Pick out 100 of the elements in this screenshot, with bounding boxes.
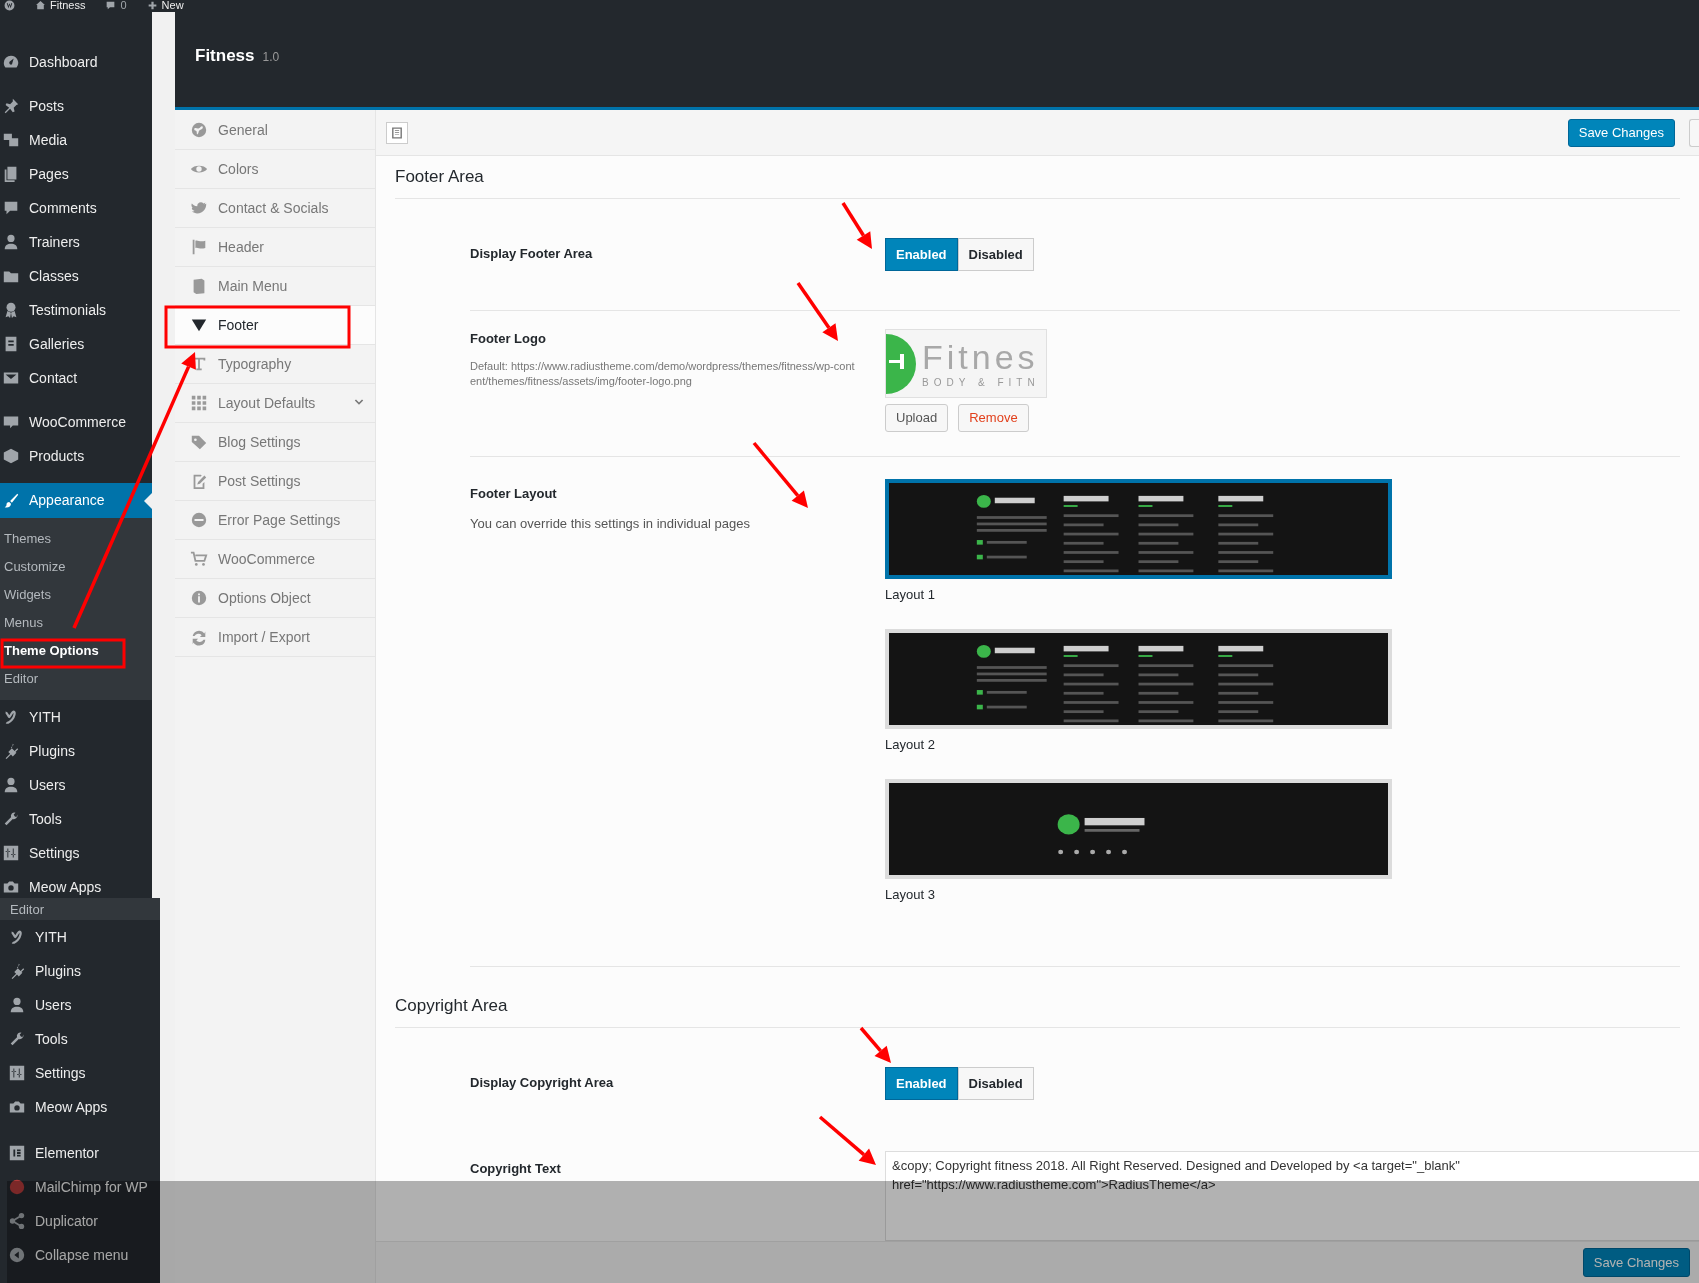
comment-count[interactable]: 0	[120, 0, 127, 11]
sliders-icon	[2, 844, 20, 862]
copyright-text-field[interactable]: &copy; Copyright fitness 2018. All Right Reserved. Designed and Developed by <a target="_blank" href="https://www.radiustheme.com">RadiusTheme</a>	[885, 1151, 1699, 1241]
sidebar-item[interactable]: Elementor	[0, 1136, 160, 1170]
sidebar-item[interactable]: Comments	[0, 191, 152, 225]
save-button[interactable]: Save Changes	[1582, 1248, 1690, 1277]
wrench-icon	[8, 1030, 26, 1048]
sidebar-item[interactable]: YITH	[0, 920, 160, 954]
layout-label: Layout 3	[885, 886, 936, 904]
sidebar-item[interactable]: Appearance	[0, 483, 152, 518]
flag-icon	[190, 238, 208, 256]
sidebar-item[interactable]: Galleries	[0, 327, 152, 361]
nav-tab[interactable]: Import / Export	[175, 618, 375, 657]
sidebar-item[interactable]: Plugins	[0, 734, 152, 768]
section-title: Footer Area	[395, 156, 1680, 199]
sidebar-item[interactable]: Trainers	[0, 225, 152, 259]
sidebar-item[interactable]: Settings	[0, 836, 152, 870]
wordpress-logo-icon	[4, 0, 15, 11]
toggle-option[interactable]: Enabled	[885, 238, 958, 271]
logo-wordmark: Fitnes	[922, 339, 1040, 374]
annotation-arrow	[752, 441, 808, 508]
submenu-item[interactable]: Themes	[0, 525, 152, 553]
sidebar-item[interactable]: Users	[0, 768, 152, 802]
info-icon	[190, 589, 208, 607]
nav-tab[interactable]: Post Settings	[175, 462, 375, 501]
submenu-item[interactable]: Editor	[10, 902, 44, 916]
sidebar-item[interactable]: MailChimp for WP	[0, 1170, 160, 1204]
nav-tab[interactable]: Error Page Settings	[175, 501, 375, 540]
annotation-arrow	[818, 1115, 876, 1165]
user-icon	[2, 233, 20, 251]
panel-icon	[390, 125, 404, 140]
nav-tab[interactable]: WooCommerce	[175, 540, 375, 579]
annotation-arrow	[796, 282, 838, 341]
sidebar-item[interactable]: Tools	[0, 802, 152, 836]
sliders-icon	[8, 1064, 26, 1082]
field-label: Display Footer Area	[470, 245, 594, 263]
submenu-item[interactable]: Theme Options	[0, 637, 152, 665]
sidebar-item[interactable]: Duplicator	[0, 1204, 160, 1238]
sidebar-item[interactable]: WooCommerce	[0, 405, 152, 439]
plus-icon	[146, 0, 158, 11]
field-label: Footer Layout	[470, 485, 558, 503]
nav-tab[interactable]: Footer	[175, 306, 375, 345]
sidebar-item[interactable]: Contact	[0, 361, 152, 395]
sidebar-item[interactable]: Pages	[0, 157, 152, 191]
submenu-item[interactable]: Editor	[0, 665, 152, 693]
nav-tab[interactable]: Header	[175, 228, 375, 267]
nav-tab[interactable]: Blog Settings	[175, 423, 375, 462]
version-label: 1.0	[262, 49, 280, 66]
nav-tab[interactable]: General	[175, 111, 375, 150]
field-description: You can override this settings in individual pages	[470, 514, 751, 533]
sidebar-item[interactable]: Tools	[0, 1022, 160, 1056]
layout-label: Layout 1	[885, 586, 936, 604]
remove-button[interactable]: Remove	[958, 404, 1029, 432]
layout-label: Layout 2	[885, 736, 936, 754]
nav-tab[interactable]: Contact & Socials	[175, 189, 375, 228]
sidebar-item[interactable]: Plugins	[0, 954, 160, 988]
annotation-arrow	[841, 202, 872, 249]
sidebar-item[interactable]: Posts	[0, 89, 152, 123]
field-label: Footer Logo	[470, 330, 547, 348]
toggle-option[interactable]: Enabled	[885, 1067, 958, 1100]
square-lines-icon	[8, 1144, 26, 1162]
wrench-icon	[2, 810, 20, 828]
pushpin-icon	[2, 97, 20, 115]
sidebar-item[interactable]: Settings	[0, 1056, 160, 1090]
collapse-icon	[8, 1246, 26, 1264]
nav-tab[interactable]: Layout Defaults	[175, 384, 375, 423]
toggle-option[interactable]: Disabled	[957, 1067, 1034, 1100]
sidebar-item[interactable]: Users	[0, 988, 160, 1022]
expand-button[interactable]	[386, 121, 408, 144]
site-link[interactable]: Fitness	[50, 0, 86, 11]
globe-icon	[190, 121, 208, 139]
submenu-item[interactable]: Customize	[0, 553, 152, 581]
sidebar-item[interactable]: Testimonials	[0, 293, 152, 327]
nav-tab[interactable]: Options Object	[175, 579, 375, 618]
submenu-item[interactable]: Menus	[0, 609, 152, 637]
sidebar-item[interactable]: Media	[0, 123, 152, 157]
sidebar-item[interactable]: Dashboard	[0, 45, 152, 79]
user-icon	[8, 996, 26, 1014]
sidebar-item[interactable]: Classes	[0, 259, 152, 293]
sidebar-item[interactable]: Meow Apps	[0, 1090, 160, 1124]
media-icon	[2, 131, 20, 149]
field-description: Default: https://www.radiustheme.com/demo/wordpress/themes/fitness/wp-content/themes/fitness/assets/img/footer-logo.png	[470, 358, 855, 389]
upload-button[interactable]: Upload	[885, 404, 949, 432]
nav-tab[interactable]: Main Menu	[175, 267, 375, 306]
sidebar-item[interactable]: YITH	[0, 700, 152, 734]
section-title: Copyright Area	[395, 985, 1680, 1028]
cube-icon	[2, 447, 20, 465]
user-icon	[2, 776, 20, 794]
cart-icon	[190, 550, 208, 568]
share-icon	[8, 1212, 26, 1230]
submenu-item[interactable]: Widgets	[0, 581, 152, 609]
sidebar-item[interactable]: Meow Apps	[0, 870, 152, 898]
toggle-option[interactable]: Disabled	[957, 238, 1034, 271]
sidebar-item[interactable]: Collapse menu	[0, 1238, 160, 1272]
nav-tab[interactable]: Colors	[175, 150, 375, 189]
save-button[interactable]: Save Changes	[1567, 118, 1675, 147]
tag-icon	[190, 433, 208, 451]
new-link[interactable]: New	[161, 0, 184, 11]
circle-icon	[8, 1178, 26, 1196]
sidebar-item[interactable]: Products	[0, 439, 152, 473]
